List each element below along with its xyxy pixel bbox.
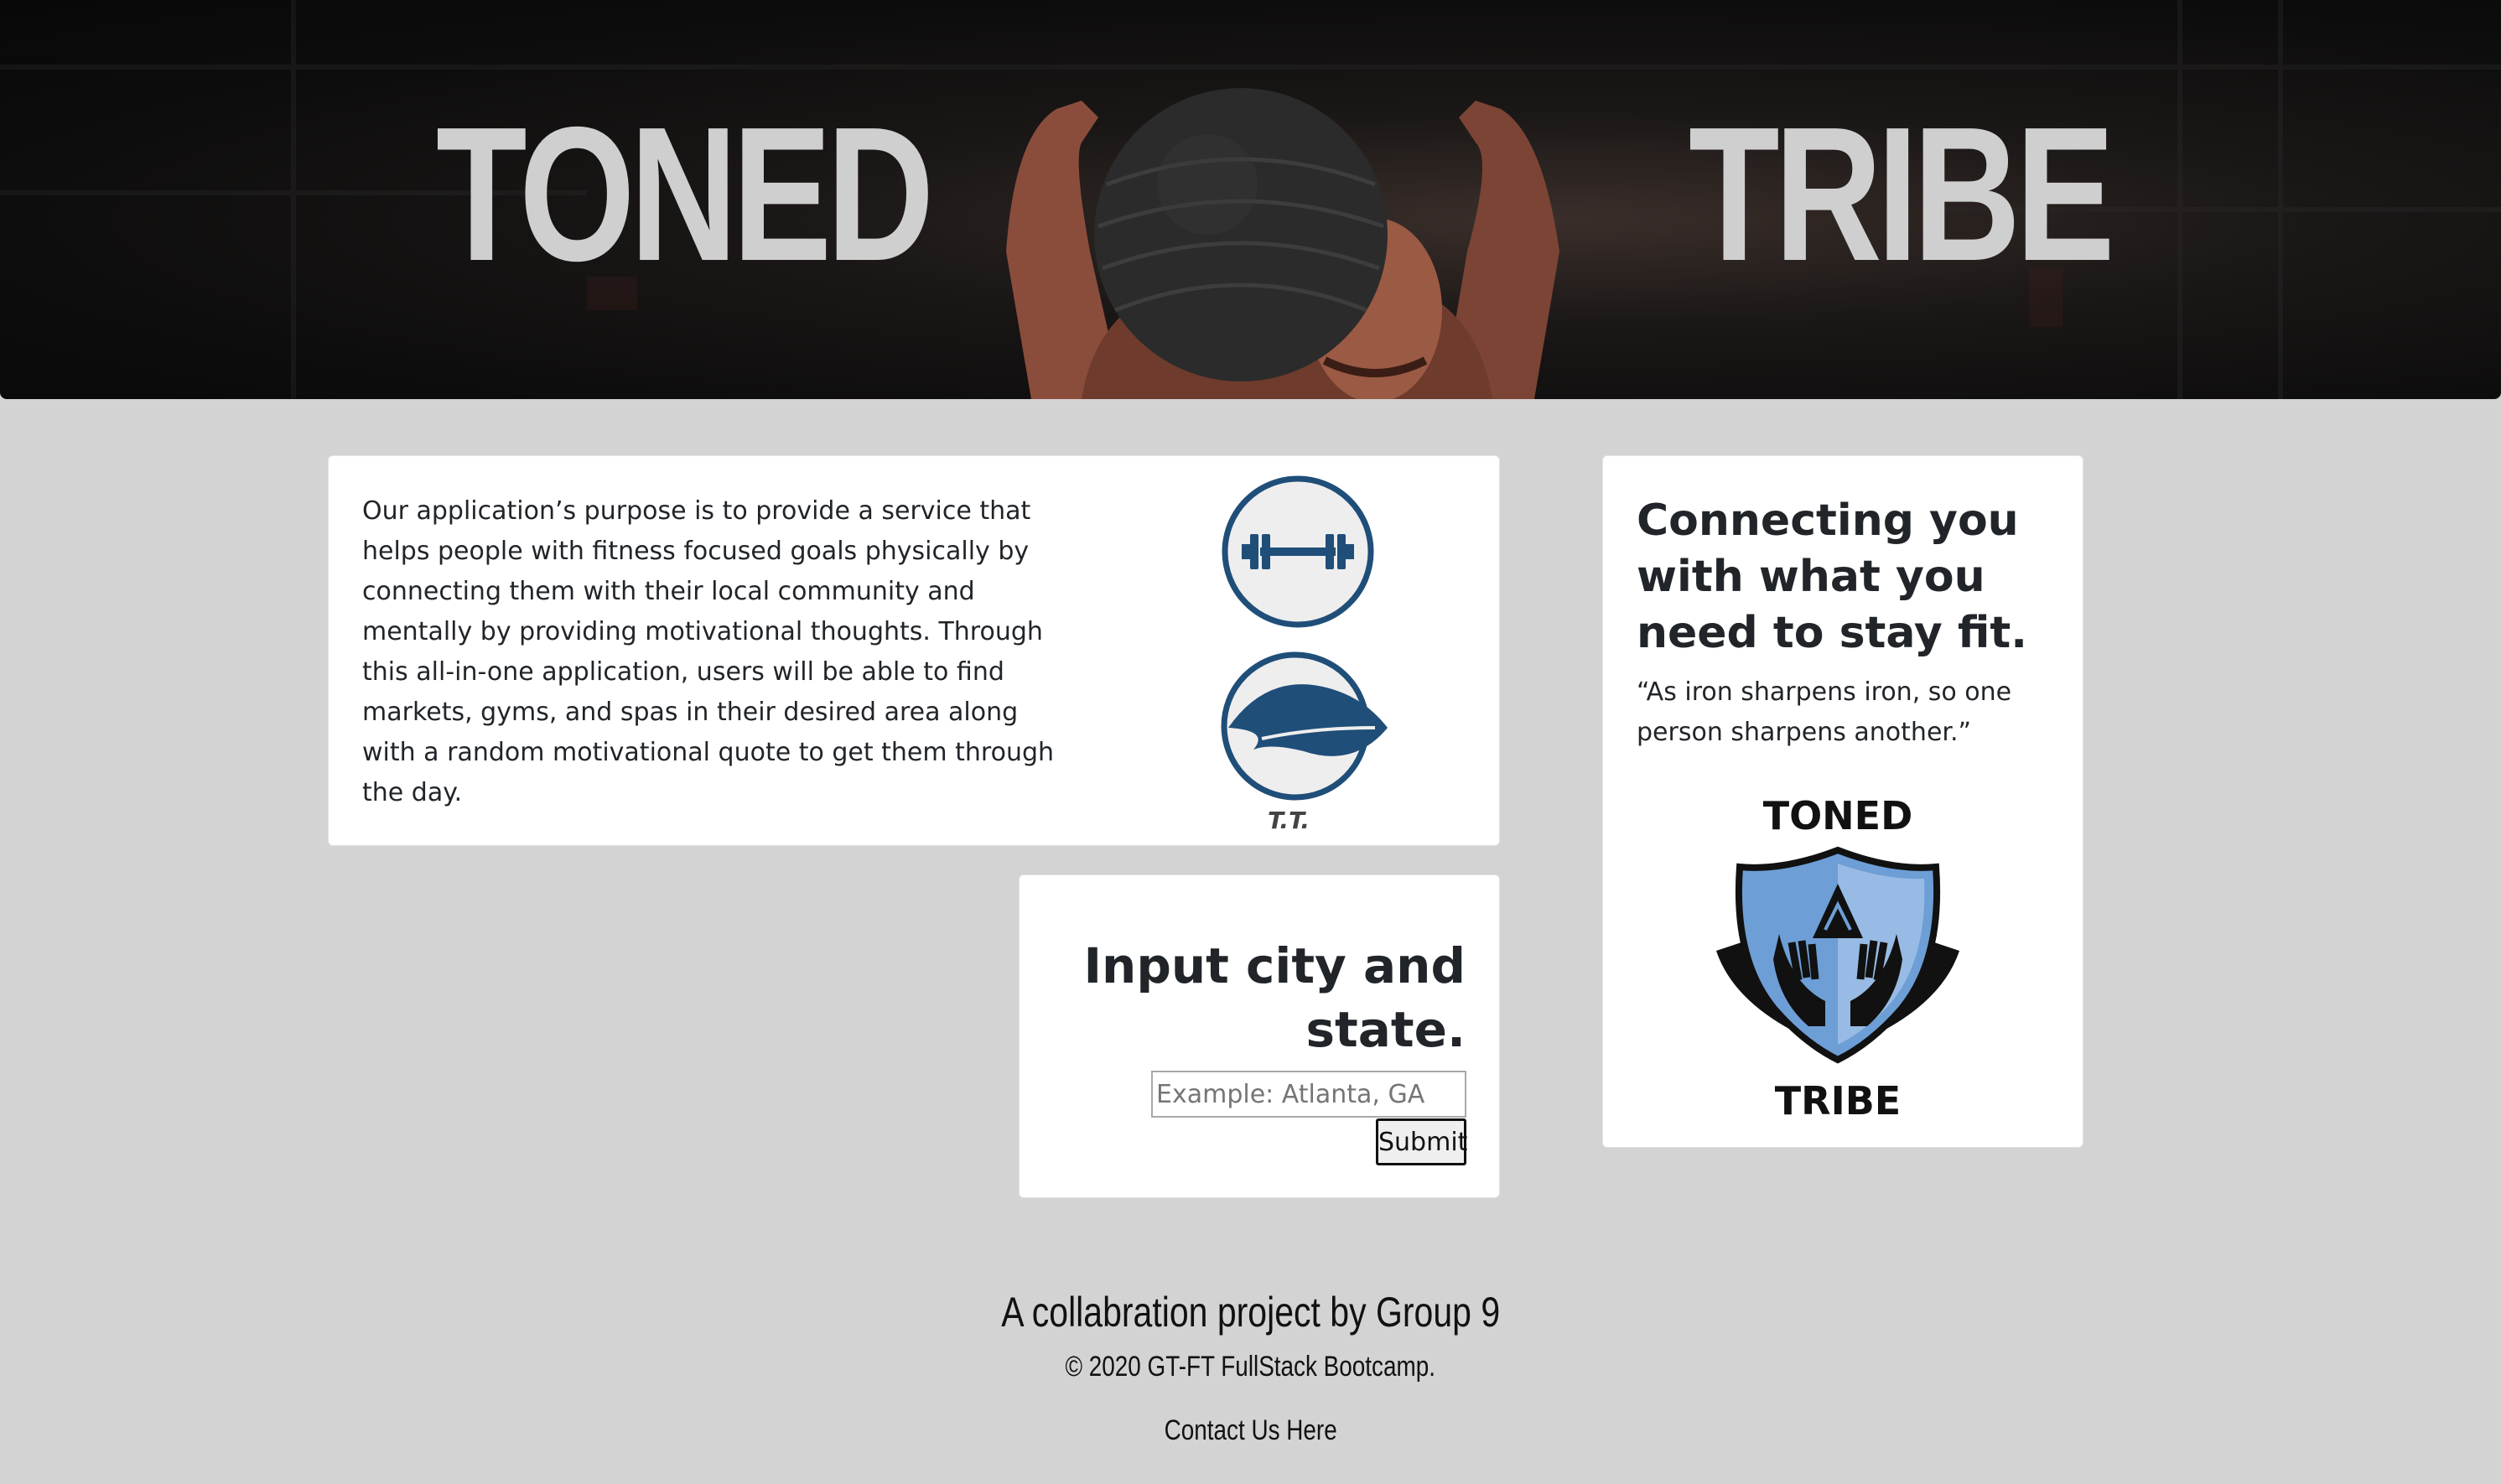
- connect-heading: Connecting you with what you need to sta…: [1637, 496, 2028, 658]
- search-card: Input city and state. Submit: [1019, 874, 1500, 1198]
- hero-banner: TONED TRIBE: [0, 0, 2501, 399]
- search-heading: Input city and state.: [1083, 937, 1466, 1058]
- athlete-with-ball-image: [1006, 88, 1559, 399]
- hero-title-tribe: TRIBE: [1689, 88, 2115, 301]
- about-description: Our application’s purpose is to provide …: [362, 496, 1055, 807]
- about-card: Our application’s purpose is to provide …: [328, 455, 1500, 846]
- contact-link[interactable]: Contact Us Here: [1164, 1407, 1336, 1454]
- footer: A collabration project by Group 9 © 2020…: [0, 1283, 2501, 1454]
- logo-bottom-text: TRIBE: [1775, 1078, 1901, 1123]
- dumbbell-icon: [1222, 475, 1374, 628]
- connect-card: Connecting you with what you need to sta…: [1602, 455, 2083, 1148]
- logo-top-text: TONED: [1763, 793, 1913, 838]
- submit-button[interactable]: Submit: [1376, 1118, 1467, 1165]
- footer-title: A collabration project by Group 9: [1001, 1289, 1500, 1336]
- icon-caption: T.T.: [1268, 807, 1310, 834]
- motivational-quote: “As iron sharpens iron, so one person sh…: [1637, 677, 2012, 747]
- city-state-input[interactable]: [1151, 1071, 1466, 1118]
- footer-copyright: © 2020 GT-FT FullStack Bootcamp.: [1065, 1351, 1436, 1383]
- toned-tribe-logo: TONED TRIBE: [1716, 793, 1959, 1123]
- hero-title-toned: TONED: [436, 88, 934, 301]
